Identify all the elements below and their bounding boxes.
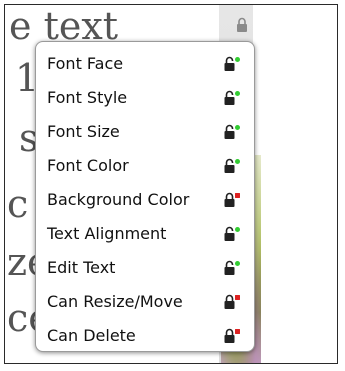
menu-item-font-size[interactable]: Font Size [36,114,254,148]
canvas-text-line-4: c [7,182,29,226]
menu-item-label: Font Size [47,122,120,141]
menu-item-label: Font Face [47,54,124,73]
lock-icon[interactable] [235,17,249,33]
unlocked-padlock-icon[interactable] [223,124,241,140]
locked-padlock-icon[interactable] [223,294,241,310]
unlocked-padlock-icon[interactable] [223,260,241,276]
unlocked-padlock-icon[interactable] [223,158,241,174]
canvas-text-line-1: e text [9,4,119,48]
menu-item-label: Background Color [47,190,190,209]
unlocked-padlock-icon[interactable] [223,56,241,72]
menu-item-label: Font Style [47,88,128,107]
unlocked-padlock-icon[interactable] [223,90,241,106]
menu-item-font-color[interactable]: Font Color [36,148,254,182]
lock-options-menu: Font Face Font Style Font Size Font Color Ba… [35,41,255,352]
menu-item-can-delete[interactable]: Can Delete [36,318,254,352]
menu-item-label: Font Color [47,156,129,175]
menu-item-label: Edit Text [47,258,116,277]
menu-item-label: Can Resize/Move [47,292,183,311]
menu-item-label: Text Alignment [47,224,167,243]
unlocked-padlock-icon[interactable] [223,226,241,242]
menu-item-background-color[interactable]: Background Color [36,182,254,216]
locked-padlock-icon[interactable] [223,328,241,344]
menu-item-label: Can Delete [47,326,136,345]
locked-padlock-icon[interactable] [223,192,241,208]
menu-item-font-style[interactable]: Font Style [36,80,254,114]
menu-item-edit-text[interactable]: Edit Text [36,250,254,284]
menu-item-text-alignment[interactable]: Text Alignment [36,216,254,250]
menu-item-can-resize-move[interactable]: Can Resize/Move [36,284,254,318]
menu-item-font-face[interactable]: Font Face [36,46,254,80]
